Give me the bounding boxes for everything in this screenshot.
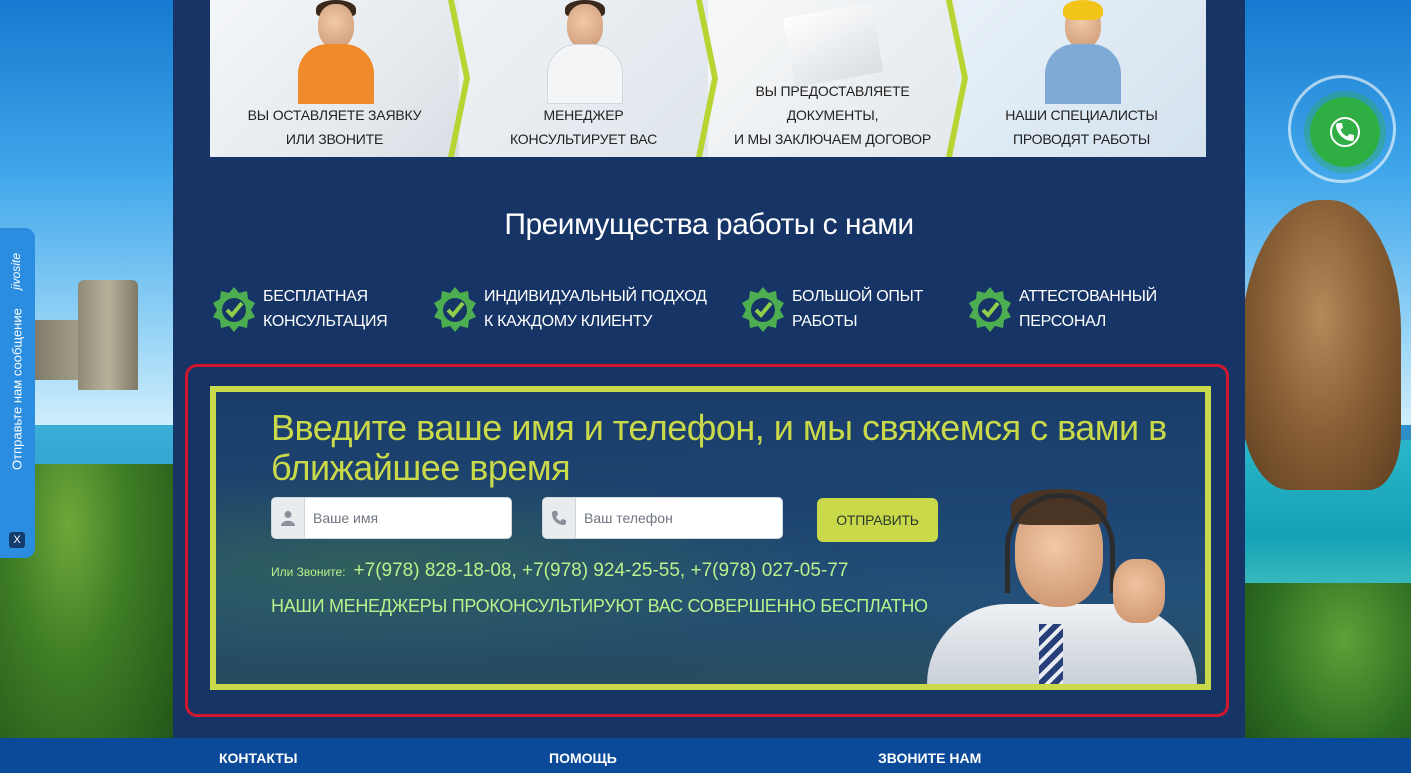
user-icon — [272, 498, 305, 538]
call-button[interactable] — [1310, 97, 1380, 167]
phone-input[interactable] — [576, 498, 782, 538]
footer-call-us[interactable]: Звоните нам — [878, 750, 981, 766]
call-line: Или Звоните: +7(978) 828-18-08, +7(978) … — [271, 560, 848, 582]
footer-help[interactable]: Помощь — [549, 750, 617, 766]
worker-helmet-photo — [1037, 0, 1127, 104]
work-steps: Вы оставляете заявку или звоните Менеджер… — [210, 0, 1206, 157]
step-4-text: Наши специалисты проводят работы — [1005, 107, 1158, 147]
content-column: Вы оставляете заявку или звоните Менеджер… — [173, 0, 1245, 738]
name-field[interactable] — [271, 497, 512, 539]
free-consultation-note: Наши менеджеры проконсультируют вас сове… — [271, 596, 928, 616]
check-badge-icon — [969, 287, 1011, 332]
advantages-title: Преимущества работы с нами — [504, 208, 914, 241]
manager-headset-photo — [539, 0, 629, 104]
submit-button[interactable]: Отправить — [817, 498, 938, 542]
check-badge-icon — [213, 287, 255, 332]
chat-message-label[interactable]: Отправьте нам сообщение — [7, 308, 27, 508]
form-title: Введите ваше имя и телефон, и мы свяжемс… — [271, 407, 1167, 488]
handset-icon — [1330, 117, 1360, 147]
footer-contacts[interactable]: Контакты — [219, 750, 297, 766]
step-2: Менеджер консультирует вас — [459, 0, 708, 157]
step-1-text: Вы оставляете заявку или звоните — [247, 107, 422, 147]
jivosite-logo: jivosite — [9, 253, 23, 290]
step-chevron — [448, 0, 470, 157]
phone-field[interactable] — [542, 497, 783, 539]
check-badge-icon — [742, 287, 784, 332]
phone-numbers[interactable]: +7(978) 828-18-08, +7(978) 924-25-55, +7… — [354, 560, 849, 582]
callback-form: Введите ваше имя и телефон, и мы свяжемс… — [210, 386, 1211, 690]
advantage-item: Большой опыт работы — [739, 284, 923, 334]
step-4: Наши специалисты проводят работы — [957, 0, 1206, 157]
name-input[interactable] — [305, 498, 511, 538]
advantage-item: Аттестованный персонал — [966, 284, 1157, 334]
phone-icon — [543, 498, 576, 538]
step-2-text: Менеджер консультирует вас — [510, 107, 657, 147]
close-icon[interactable]: X — [9, 532, 25, 548]
advantage-item: Бесплатная консультация — [210, 284, 388, 334]
step-3-text: Вы предоставляете документы, и мы заключа… — [733, 83, 932, 147]
advantage-item: Индивидуальный подход к каждому клиенту — [431, 284, 707, 334]
jivosite-chat-tab[interactable]: jivosite Отправьте нам сообщение X — [0, 228, 35, 558]
step-3: Вы предоставляете документы, и мы заключа… — [708, 0, 957, 157]
callback-widget[interactable] — [1288, 75, 1396, 183]
step-chevron — [946, 0, 968, 157]
woman-phone-photo — [290, 0, 380, 104]
step-chevron — [696, 0, 718, 157]
footer: Контакты Помощь Звоните нам — [0, 738, 1411, 773]
manager-photo — [927, 489, 1197, 684]
check-badge-icon — [434, 287, 476, 332]
call-label: Или Звоните: — [271, 565, 346, 579]
step-1: Вы оставляете заявку или звоните — [210, 0, 459, 157]
